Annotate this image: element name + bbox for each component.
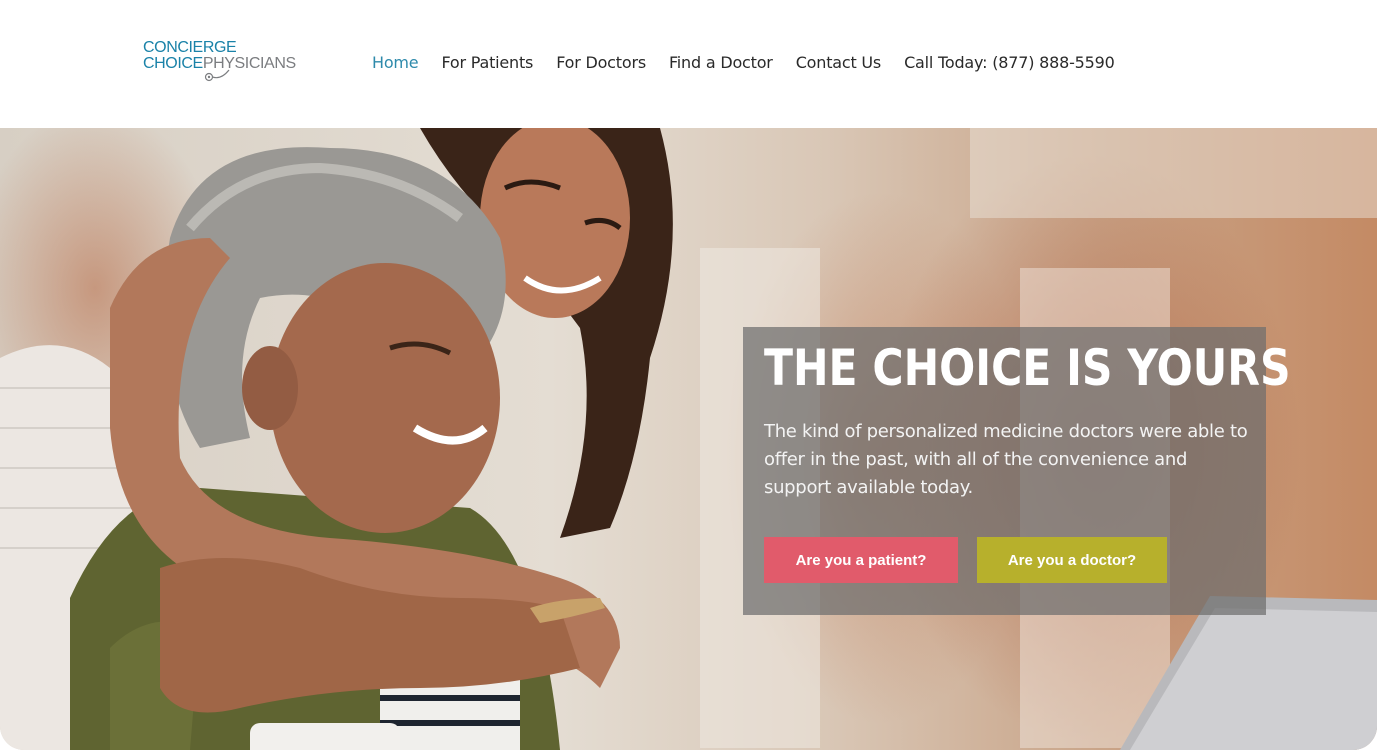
nav-for-doctors[interactable]: For Doctors <box>556 53 646 72</box>
patient-button[interactable]: Are you a patient? <box>764 537 958 583</box>
stethoscope-icon <box>204 69 230 82</box>
doctor-button[interactable]: Are you a doctor? <box>977 537 1167 583</box>
hero-headline: THE CHOICE IS YOURS <box>764 339 1291 397</box>
nav-for-patients[interactable]: For Patients <box>441 53 533 72</box>
hero-message-panel: THE CHOICE IS YOURS The kind of personal… <box>743 327 1291 615</box>
logo-text-choice: CHOICE <box>143 55 203 72</box>
nav-contact-us[interactable]: Contact Us <box>796 53 882 72</box>
main-nav: Home For Patients For Doctors Find a Doc… <box>372 49 1115 75</box>
nav-find-a-doctor[interactable]: Find a Doctor <box>669 53 773 72</box>
hero-banner: THE CHOICE IS YOURS The kind of personal… <box>0 128 1377 750</box>
logo-text-concierge: CONCIERGE <box>143 39 237 56</box>
hero-subtext: The kind of personalized medicine doctor… <box>764 421 1248 498</box>
nav-call-today[interactable]: Call Today: (877) 888-5590 <box>904 53 1115 72</box>
site-logo[interactable]: CONCIERGE CHOICEPHYSICIANS <box>143 40 303 84</box>
nav-home[interactable]: Home <box>372 53 419 72</box>
site-header: CONCIERGE CHOICEPHYSICIANS Home For Pati… <box>0 0 1377 128</box>
page-frame: CONCIERGE CHOICEPHYSICIANS Home For Pati… <box>0 0 1377 750</box>
